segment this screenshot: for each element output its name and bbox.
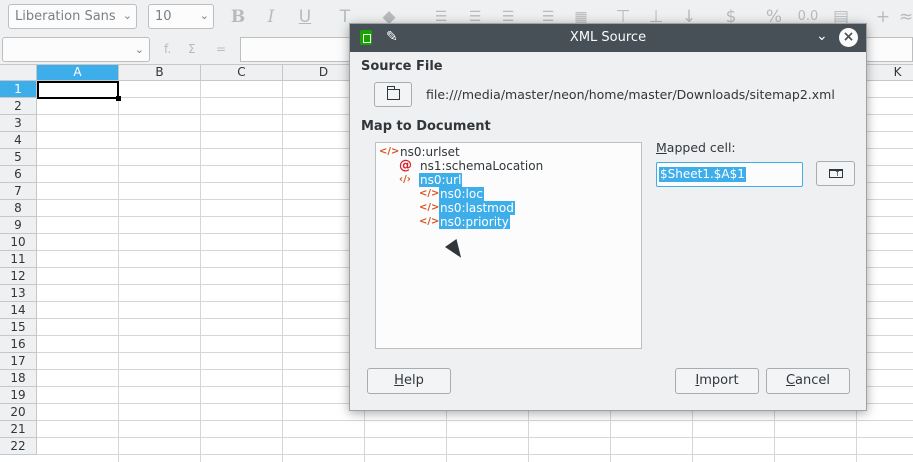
mapped-cell-value: $Sheet1.$A$1 [659, 167, 746, 182]
dialog-title: XML Source [569, 30, 647, 45]
row-header[interactable]: 5 [0, 149, 37, 166]
dialog-titlebar[interactable]: ✎ XML Source ⌄ × [350, 24, 866, 52]
sum-icon[interactable]: Σ [188, 42, 196, 56]
font-name-combo[interactable]: Liberation Sans ⌄ [8, 4, 137, 29]
gridline [200, 81, 201, 462]
formula-icon[interactable]: = [216, 42, 226, 56]
row-header[interactable]: 8 [0, 200, 37, 217]
row-header[interactable]: 11 [0, 251, 37, 268]
bold-icon[interactable]: B [227, 6, 249, 28]
row-header[interactable]: 19 [0, 387, 37, 404]
gridline [37, 454, 913, 455]
row-header[interactable]: 22 [0, 438, 37, 455]
column-header[interactable]: C [201, 65, 283, 81]
row-header[interactable]: 9 [0, 217, 37, 234]
row-header[interactable]: 4 [0, 132, 37, 149]
row-header[interactable]: 7 [0, 183, 37, 200]
column-header[interactable]: B [119, 65, 201, 81]
element-icon: </> [419, 216, 440, 227]
gridline [282, 81, 283, 462]
element-icon: </> [419, 188, 440, 199]
help-button[interactable]: Help [367, 368, 451, 394]
column-header[interactable]: A [37, 65, 119, 81]
add-decimal-icon[interactable]: + [872, 6, 894, 28]
folder-icon [387, 86, 400, 100]
italic-icon[interactable]: I [260, 6, 282, 28]
xml-tree[interactable]: </> ns0:urlset @ ns1:schemaLocation ‹/› ns0:u… [375, 142, 642, 349]
row-header[interactable]: 3 [0, 115, 37, 132]
xml-tree-node-label: ns0:urlset [400, 145, 460, 159]
minimize-icon[interactable]: ⌄ [816, 28, 828, 44]
mapped-cell-input[interactable]: $Sheet1.$A$1 [656, 162, 803, 187]
xml-tree-node-label: ns1:schemaLocation [420, 159, 544, 173]
shrink-icon [829, 169, 843, 178]
row-header[interactable]: 13 [0, 285, 37, 302]
row-header[interactable]: 16 [0, 336, 37, 353]
row-header[interactable]: 14 [0, 302, 37, 319]
row-header[interactable]: 12 [0, 268, 37, 285]
import-button[interactable]: Import [675, 368, 759, 394]
row-header[interactable]: 1 [0, 81, 37, 98]
xml-tree-node-label: ns0:loc [439, 187, 484, 201]
close-icon[interactable]: × [839, 28, 858, 47]
delete-decimal-icon[interactable]: ≈ [895, 6, 913, 28]
row-header[interactable]: 21 [0, 421, 37, 438]
xml-tree-node-label: ns0:priority [439, 215, 510, 229]
xml-tree-node-label: ns0:url [419, 173, 463, 187]
row-header[interactable]: 6 [0, 166, 37, 183]
element-icon: </> [379, 146, 400, 157]
function-wizard-icon[interactable]: f. [164, 42, 171, 56]
gridline [37, 437, 913, 438]
font-size-combo[interactable]: 10 ⌄ [148, 4, 214, 29]
shrink-button[interactable] [816, 161, 855, 186]
cancel-button[interactable]: Cancel [766, 368, 850, 394]
source-file-path: file:///media/master/neon/home/master/Do… [426, 87, 835, 102]
row-header[interactable]: 2 [0, 98, 37, 115]
row-header[interactable]: 10 [0, 234, 37, 251]
row-header[interactable]: 17 [0, 353, 37, 370]
map-to-document-heading: Map to Document [361, 119, 491, 134]
select-all-corner[interactable] [0, 65, 37, 81]
chevron-down-icon: ⌄ [199, 9, 209, 22]
element-icon: </> [419, 202, 440, 213]
row-header[interactable]: 15 [0, 319, 37, 336]
xml-tree-node-label: ns0:lastmod [439, 201, 515, 215]
gridline [118, 81, 119, 462]
row-header[interactable]: 18 [0, 370, 37, 387]
xml-source-dialog: ✎ XML Source ⌄ × Source File file:///med… [349, 23, 867, 411]
font-name-value: Liberation Sans [15, 9, 116, 24]
name-box[interactable]: ⌄ [2, 37, 150, 62]
browse-button[interactable] [374, 82, 412, 107]
element-repeat-icon: ‹/› [399, 174, 411, 185]
attribute-icon: @ [399, 158, 412, 173]
source-file-heading: Source File [361, 59, 443, 74]
gridline [37, 420, 913, 421]
chevron-down-icon: ⌄ [122, 9, 132, 22]
underline-icon[interactable]: U [294, 6, 316, 28]
active-cell-cursor[interactable] [37, 81, 121, 101]
row-header[interactable]: 20 [0, 404, 37, 421]
mapped-cell-label: Mapped cell: [656, 140, 736, 155]
font-size-value: 10 [155, 9, 172, 24]
chevron-down-icon: ⌄ [134, 43, 144, 56]
